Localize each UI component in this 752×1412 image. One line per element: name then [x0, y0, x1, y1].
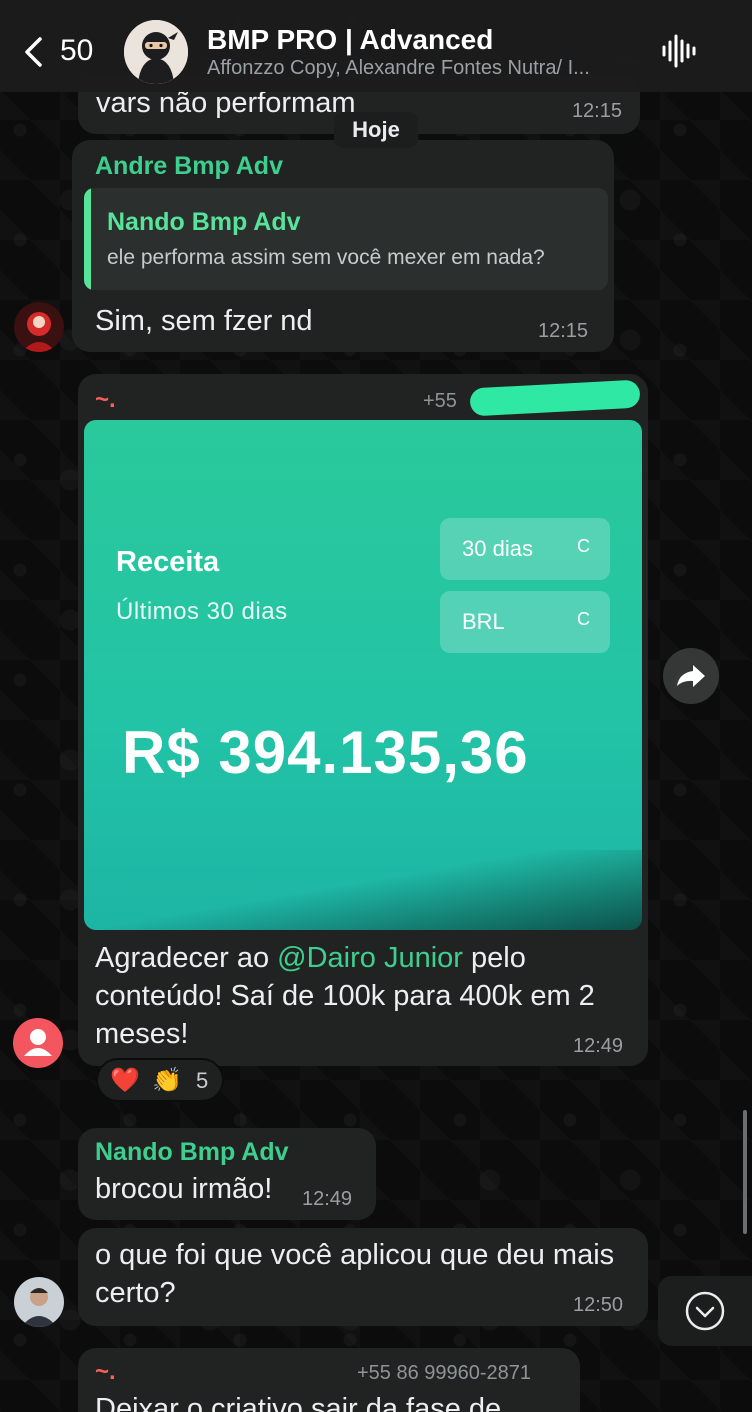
- revenue-card-image[interactable]: Receita Últimos 30 dias 30 dias C BRL C …: [84, 420, 642, 930]
- sender-name[interactable]: Andre Bmp Adv: [95, 152, 283, 181]
- quote-sender: Nando Bmp Adv: [107, 208, 301, 236]
- group-members[interactable]: Affonzzo Copy, Alexandre Fontes Nutra/ I…: [207, 57, 637, 80]
- message-text: brocou irmão!: [95, 1173, 273, 1205]
- period-pill: 30 dias C: [440, 518, 610, 580]
- message-text: Agradecer ao @Dairo Junior pelo conteúdo…: [95, 939, 635, 1053]
- message-time: 12:49: [302, 1188, 353, 1210]
- chevron-down-icon: [685, 1291, 725, 1331]
- sender-name[interactable]: Nando Bmp Adv: [95, 1138, 289, 1167]
- default-user-icon: [24, 1029, 52, 1056]
- message-text: Deixar o criativo sair da fase de: [95, 1393, 502, 1412]
- message-time: 12:50: [573, 1294, 624, 1316]
- quote-bar: [84, 188, 91, 290]
- refresh-icon: C: [577, 609, 590, 629]
- mention-link[interactable]: @Dairo Junior: [277, 942, 463, 974]
- user-photo-icon: [14, 1277, 64, 1327]
- currency-pill: BRL C: [440, 591, 610, 653]
- message-bubble[interactable]: ~. +55 86 99960-2871 Deixar o criativo s…: [78, 1348, 580, 1412]
- clap-reaction-icon: 👏: [152, 1067, 182, 1094]
- chat-header: 50 BMP PRO | Advanced Affonzzo Copy, Ale…: [0, 0, 752, 92]
- forward-button[interactable]: [663, 648, 719, 704]
- reaction-count: 5: [196, 1068, 209, 1093]
- message-text: o que foi que você aplicou que deu mais …: [95, 1239, 615, 1309]
- user-photo-icon: [14, 302, 64, 352]
- message-time: 12:15: [538, 320, 589, 342]
- card-subtitle: Últimos 30 dias: [116, 598, 288, 625]
- waveform-icon[interactable]: [660, 34, 698, 68]
- card-shadow: [84, 850, 642, 930]
- sender-name[interactable]: ~.: [95, 1358, 116, 1386]
- avatar[interactable]: [14, 302, 64, 352]
- revenue-amount: R$ 394.135,36: [122, 719, 529, 786]
- refresh-icon: C: [577, 536, 590, 556]
- back-unread-count[interactable]: 50: [60, 34, 93, 68]
- group-title[interactable]: BMP PRO | Advanced: [207, 24, 493, 56]
- scrollbar[interactable]: [743, 1110, 747, 1234]
- card-title: Receita: [116, 546, 220, 578]
- message-time: 12:15: [571, 100, 622, 122]
- avatar[interactable]: [13, 1018, 63, 1068]
- message-time: 12:49: [573, 1035, 624, 1057]
- sender-phone: +55: [423, 390, 457, 412]
- message-bubble[interactable]: Nando Bmp Adv brocou irmão! 12:49: [78, 1128, 376, 1220]
- quote-text: ele performa assim sem você mexer em nad…: [107, 246, 545, 269]
- message-bubble[interactable]: o que foi que você aplicou que deu mais …: [78, 1228, 648, 1326]
- sender-phone: +55 86 99960-2871: [357, 1362, 532, 1384]
- message-text: Sim, sem fzer nd: [95, 305, 313, 337]
- heart-reaction-icon: ❤️: [110, 1067, 140, 1094]
- ninja-avatar-icon: [124, 20, 188, 84]
- reactions-bar[interactable]: ❤️ 👏 5: [96, 1058, 224, 1102]
- group-avatar[interactable]: [124, 20, 188, 84]
- sender-name[interactable]: ~.: [95, 386, 116, 414]
- message-text-prefix: Agradecer ao: [95, 942, 278, 974]
- quoted-message[interactable]: Nando Bmp Adv ele performa assim sem voc…: [84, 188, 608, 290]
- scroll-to-bottom-button[interactable]: [658, 1276, 752, 1346]
- date-separator: Hoje: [334, 112, 418, 148]
- chevron-left-icon[interactable]: [22, 36, 44, 68]
- currency-pill-label: BRL: [462, 609, 505, 634]
- period-pill-label: 30 dias: [462, 536, 533, 561]
- forward-arrow-icon: [677, 665, 705, 687]
- avatar[interactable]: [14, 1277, 64, 1327]
